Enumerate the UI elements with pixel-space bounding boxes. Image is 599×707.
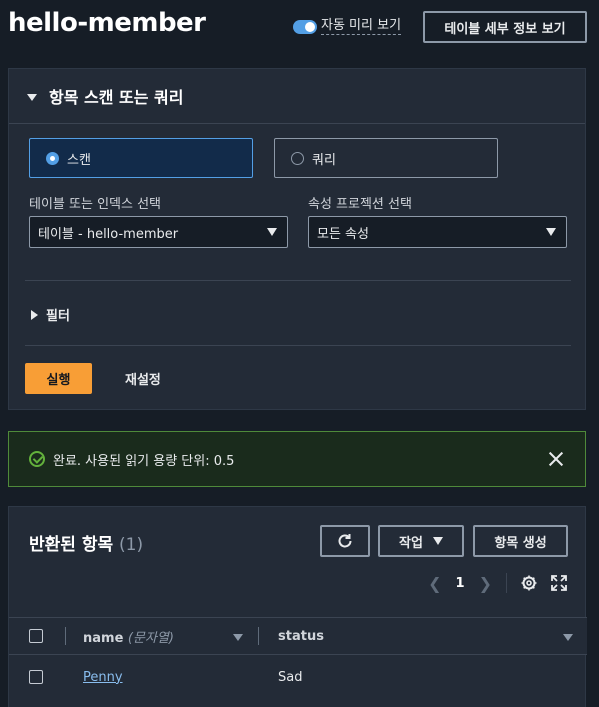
toggle-switch[interactable] <box>293 19 317 34</box>
table-select-label: 테이블 또는 인덱스 선택 <box>29 197 161 212</box>
gear-icon[interactable] <box>521 575 537 591</box>
radio-unselected-icon <box>291 151 304 165</box>
cell-name-link[interactable]: Penny <box>83 670 123 685</box>
dropdown-arrow-icon <box>267 228 277 236</box>
chevron-right-icon[interactable]: ❯ <box>479 574 492 593</box>
scan-option-label: 스캔 <box>67 152 91 168</box>
scan-option[interactable]: 스캔 <box>29 138 253 178</box>
dropdown-arrow-icon <box>546 228 556 236</box>
filter-label: 필터 <box>46 309 70 324</box>
alert-message: 완료. 사용된 읽기 용량 단위: 0.5 <box>53 453 235 469</box>
cell-status: Sad <box>278 669 303 685</box>
auto-preview-toggle[interactable]: 자동 미리 보기 <box>293 18 402 35</box>
chevron-left-icon[interactable]: ❮ <box>428 574 441 593</box>
toggle-label: 자동 미리 보기 <box>321 18 402 35</box>
query-option[interactable]: 쿼리 <box>274 138 498 178</box>
reset-button[interactable]: 재설정 <box>111 363 175 394</box>
column-name-label: name <box>83 630 124 646</box>
scan-panel-header[interactable]: 항목 스캔 또는 쿼리 <box>9 69 585 124</box>
caret-right-icon <box>31 309 38 320</box>
run-button[interactable]: 실행 <box>25 363 92 394</box>
divider <box>25 345 571 346</box>
column-divider <box>65 627 66 645</box>
results-count: (1) <box>119 535 144 555</box>
refresh-icon <box>338 534 352 548</box>
projection-select[interactable]: 모든 속성 <box>308 216 567 248</box>
sort-arrow-icon[interactable] <box>233 634 243 641</box>
row-checkbox[interactable] <box>29 670 43 684</box>
table-select[interactable]: 테이블 - hello-member <box>29 216 288 248</box>
select-all-checkbox[interactable] <box>29 629 43 643</box>
scan-panel-title: 항목 스캔 또는 쿼리 <box>49 88 184 107</box>
table-row: Penny Sad <box>9 655 587 699</box>
column-header-status[interactable]: status <box>278 629 324 644</box>
create-item-button[interactable]: 항목 생성 <box>473 525 568 557</box>
table-select-value: 테이블 - hello-member <box>38 226 179 242</box>
scan-query-panel: 항목 스캔 또는 쿼리 스캔 쿼리 테이블 또는 인덱스 선택 속성 프로젝션 … <box>8 68 586 410</box>
dropdown-arrow-icon <box>432 537 443 545</box>
query-option-label: 쿼리 <box>312 152 336 168</box>
sort-arrow-icon[interactable] <box>563 634 573 641</box>
actions-button[interactable]: 작업 <box>378 525 464 557</box>
divider <box>25 280 571 281</box>
table-header-row: name (문자열) status <box>9 617 587 655</box>
check-circle-icon <box>29 451 45 467</box>
view-table-details-button[interactable]: 테이블 세부 정보 보기 <box>423 11 587 43</box>
success-alert: 완료. 사용된 읽기 용량 단위: 0.5 <box>8 431 586 487</box>
filter-expander[interactable]: 필터 <box>31 305 70 324</box>
returned-items-panel: 반환된 항목 (1) 작업 항목 생성 ❮ 1 ❯ name (문자열) sta… <box>8 506 587 707</box>
page-title: hello-member <box>8 8 206 38</box>
refresh-button[interactable] <box>320 525 370 557</box>
divider <box>506 573 507 593</box>
actions-button-label: 작업 <box>399 535 423 551</box>
fullscreen-icon[interactable] <box>551 575 567 591</box>
caret-down-icon <box>27 94 37 101</box>
close-icon[interactable] <box>547 450 565 468</box>
pagination: ❮ 1 ❯ <box>428 573 567 593</box>
column-header-name[interactable]: name (문자열) <box>83 627 174 646</box>
column-name-type: (문자열) <box>127 630 174 646</box>
results-table: name (문자열) status Penny Sad <box>9 617 587 699</box>
projection-select-label: 속성 프로젝션 선택 <box>308 197 412 212</box>
column-divider <box>258 627 259 645</box>
results-title-text: 반환된 항목 <box>29 535 114 555</box>
radio-selected-icon <box>46 151 59 165</box>
projection-select-value: 모든 속성 <box>317 226 369 242</box>
page-number[interactable]: 1 <box>456 576 465 591</box>
results-title: 반환된 항목 (1) <box>29 530 143 555</box>
